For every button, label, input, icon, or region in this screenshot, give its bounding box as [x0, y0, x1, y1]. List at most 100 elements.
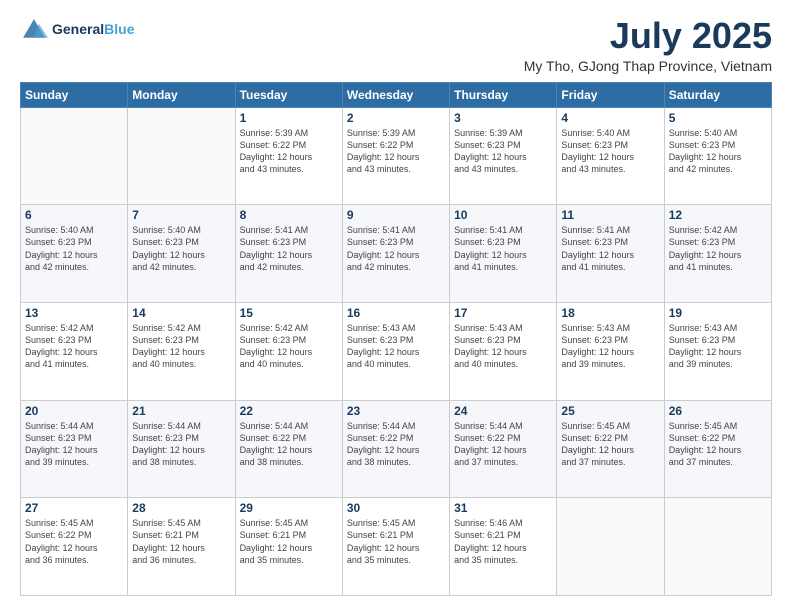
calendar-week-1: 1 Sunrise: 5:39 AM Sunset: 6:22 PM Daylig…: [21, 107, 772, 205]
day-number: 30: [347, 501, 445, 515]
day-info: Sunrise: 5:44 AM Sunset: 6:23 PM Dayligh…: [25, 420, 123, 469]
day-number: 15: [240, 306, 338, 320]
calendar-week-4: 20 Sunrise: 5:44 AM Sunset: 6:23 PM Dayli…: [21, 400, 772, 498]
day-info: Sunrise: 5:45 AM Sunset: 6:22 PM Dayligh…: [561, 420, 659, 469]
calendar-day-28: 28 Sunrise: 5:45 AM Sunset: 6:21 PM Dayli…: [128, 498, 235, 596]
day-info: Sunrise: 5:40 AM Sunset: 6:23 PM Dayligh…: [132, 224, 230, 273]
day-info: Sunrise: 5:40 AM Sunset: 6:23 PM Dayligh…: [561, 127, 659, 176]
calendar-day-empty: [664, 498, 771, 596]
calendar-table: SundayMondayTuesdayWednesdayThursdayFrid…: [20, 82, 772, 596]
calendar-day-26: 26 Sunrise: 5:45 AM Sunset: 6:22 PM Dayli…: [664, 400, 771, 498]
calendar-day-11: 11 Sunrise: 5:41 AM Sunset: 6:23 PM Dayli…: [557, 205, 664, 303]
calendar-day-25: 25 Sunrise: 5:45 AM Sunset: 6:22 PM Dayli…: [557, 400, 664, 498]
day-number: 18: [561, 306, 659, 320]
day-number: 2: [347, 111, 445, 125]
calendar-day-5: 5 Sunrise: 5:40 AM Sunset: 6:23 PM Daylig…: [664, 107, 771, 205]
day-info: Sunrise: 5:45 AM Sunset: 6:22 PM Dayligh…: [669, 420, 767, 469]
title-block: July 2025 My Tho, GJong Thap Province, V…: [524, 16, 772, 74]
calendar-day-22: 22 Sunrise: 5:44 AM Sunset: 6:22 PM Dayli…: [235, 400, 342, 498]
calendar-day-12: 12 Sunrise: 5:42 AM Sunset: 6:23 PM Dayli…: [664, 205, 771, 303]
day-info: Sunrise: 5:44 AM Sunset: 6:23 PM Dayligh…: [132, 420, 230, 469]
day-info: Sunrise: 5:41 AM Sunset: 6:23 PM Dayligh…: [561, 224, 659, 273]
calendar-day-9: 9 Sunrise: 5:41 AM Sunset: 6:23 PM Daylig…: [342, 205, 449, 303]
day-info: Sunrise: 5:44 AM Sunset: 6:22 PM Dayligh…: [240, 420, 338, 469]
calendar-header-wednesday: Wednesday: [342, 82, 449, 107]
calendar-day-31: 31Sunrise: 5:46 AM Sunset: 6:21 PM Dayli…: [450, 498, 557, 596]
calendar-header-saturday: Saturday: [664, 82, 771, 107]
calendar-week-5: 27 Sunrise: 5:45 AM Sunset: 6:22 PM Dayli…: [21, 498, 772, 596]
day-info: Sunrise: 5:44 AM Sunset: 6:22 PM Dayligh…: [454, 420, 552, 469]
day-info: Sunrise: 5:41 AM Sunset: 6:23 PM Dayligh…: [347, 224, 445, 273]
calendar-day-7: 7Sunrise: 5:40 AM Sunset: 6:23 PM Daylig…: [128, 205, 235, 303]
main-title: July 2025: [524, 16, 772, 56]
day-info: Sunrise: 5:45 AM Sunset: 6:21 PM Dayligh…: [132, 517, 230, 566]
day-number: 11: [561, 208, 659, 222]
day-number: 6: [25, 208, 123, 222]
calendar-day-8: 8 Sunrise: 5:41 AM Sunset: 6:23 PM Daylig…: [235, 205, 342, 303]
calendar-header-thursday: Thursday: [450, 82, 557, 107]
calendar-header-friday: Friday: [557, 82, 664, 107]
day-info: Sunrise: 5:42 AM Sunset: 6:23 PM Dayligh…: [669, 224, 767, 273]
day-number: 20: [25, 404, 123, 418]
day-number: 29: [240, 501, 338, 515]
day-info: Sunrise: 5:39 AM Sunset: 6:23 PM Dayligh…: [454, 127, 552, 176]
calendar-day-1: 1 Sunrise: 5:39 AM Sunset: 6:22 PM Daylig…: [235, 107, 342, 205]
day-info: Sunrise: 5:45 AM Sunset: 6:21 PM Dayligh…: [347, 517, 445, 566]
calendar-day-21: 21Sunrise: 5:44 AM Sunset: 6:23 PM Dayli…: [128, 400, 235, 498]
calendar-day-29: 29 Sunrise: 5:45 AM Sunset: 6:21 PM Dayli…: [235, 498, 342, 596]
day-info: Sunrise: 5:43 AM Sunset: 6:23 PM Dayligh…: [454, 322, 552, 371]
calendar-day-27: 27 Sunrise: 5:45 AM Sunset: 6:22 PM Dayli…: [21, 498, 128, 596]
day-number: 17: [454, 306, 552, 320]
calendar-day-empty: [557, 498, 664, 596]
calendar-day-24: 24 Sunrise: 5:44 AM Sunset: 6:22 PM Dayli…: [450, 400, 557, 498]
day-info: Sunrise: 5:42 AM Sunset: 6:23 PM Dayligh…: [240, 322, 338, 371]
day-number: 3: [454, 111, 552, 125]
calendar-day-15: 15 Sunrise: 5:42 AM Sunset: 6:23 PM Dayli…: [235, 302, 342, 400]
day-info: Sunrise: 5:46 AM Sunset: 6:21 PM Dayligh…: [454, 517, 552, 566]
day-info: Sunrise: 5:42 AM Sunset: 6:23 PM Dayligh…: [132, 322, 230, 371]
day-number: 24: [454, 404, 552, 418]
day-info: Sunrise: 5:45 AM Sunset: 6:22 PM Dayligh…: [25, 517, 123, 566]
day-number: 28: [132, 501, 230, 515]
day-number: 14: [132, 306, 230, 320]
calendar-day-16: 16Sunrise: 5:43 AM Sunset: 6:23 PM Dayli…: [342, 302, 449, 400]
day-info: Sunrise: 5:41 AM Sunset: 6:23 PM Dayligh…: [454, 224, 552, 273]
calendar-day-14: 14 Sunrise: 5:42 AM Sunset: 6:23 PM Dayli…: [128, 302, 235, 400]
calendar-day-6: 6Sunrise: 5:40 AM Sunset: 6:23 PM Daylig…: [21, 205, 128, 303]
day-info: Sunrise: 5:39 AM Sunset: 6:22 PM Dayligh…: [347, 127, 445, 176]
day-info: Sunrise: 5:44 AM Sunset: 6:22 PM Dayligh…: [347, 420, 445, 469]
day-info: Sunrise: 5:41 AM Sunset: 6:23 PM Dayligh…: [240, 224, 338, 273]
calendar-day-empty: [128, 107, 235, 205]
subtitle: My Tho, GJong Thap Province, Vietnam: [524, 58, 772, 74]
calendar-day-20: 20 Sunrise: 5:44 AM Sunset: 6:23 PM Dayli…: [21, 400, 128, 498]
day-number: 25: [561, 404, 659, 418]
day-info: Sunrise: 5:45 AM Sunset: 6:21 PM Dayligh…: [240, 517, 338, 566]
calendar-day-4: 4 Sunrise: 5:40 AM Sunset: 6:23 PM Daylig…: [557, 107, 664, 205]
day-number: 23: [347, 404, 445, 418]
day-number: 27: [25, 501, 123, 515]
calendar-week-3: 13 Sunrise: 5:42 AM Sunset: 6:23 PM Dayli…: [21, 302, 772, 400]
day-number: 10: [454, 208, 552, 222]
day-number: 22: [240, 404, 338, 418]
day-info: Sunrise: 5:43 AM Sunset: 6:23 PM Dayligh…: [561, 322, 659, 371]
day-number: 13: [25, 306, 123, 320]
day-number: 5: [669, 111, 767, 125]
calendar-day-18: 18 Sunrise: 5:43 AM Sunset: 6:23 PM Dayli…: [557, 302, 664, 400]
day-number: 1: [240, 111, 338, 125]
day-number: 4: [561, 111, 659, 125]
day-number: 9: [347, 208, 445, 222]
day-number: 12: [669, 208, 767, 222]
calendar-header-row: SundayMondayTuesdayWednesdayThursdayFrid…: [21, 82, 772, 107]
day-info: Sunrise: 5:39 AM Sunset: 6:22 PM Dayligh…: [240, 127, 338, 176]
day-number: 19: [669, 306, 767, 320]
calendar-header-tuesday: Tuesday: [235, 82, 342, 107]
logo-text: GeneralBlue: [52, 22, 134, 37]
calendar-header-sunday: Sunday: [21, 82, 128, 107]
day-info: Sunrise: 5:40 AM Sunset: 6:23 PM Dayligh…: [669, 127, 767, 176]
header: GeneralBlue July 2025 My Tho, GJong Thap…: [20, 16, 772, 74]
calendar-day-30: 30 Sunrise: 5:45 AM Sunset: 6:21 PM Dayli…: [342, 498, 449, 596]
calendar-day-empty: [21, 107, 128, 205]
calendar-week-2: 6 Sunrise: 5:40 AM Sunset: 6:23 PM Daylig…: [21, 205, 772, 303]
day-number: 8: [240, 208, 338, 222]
day-number: 26: [669, 404, 767, 418]
